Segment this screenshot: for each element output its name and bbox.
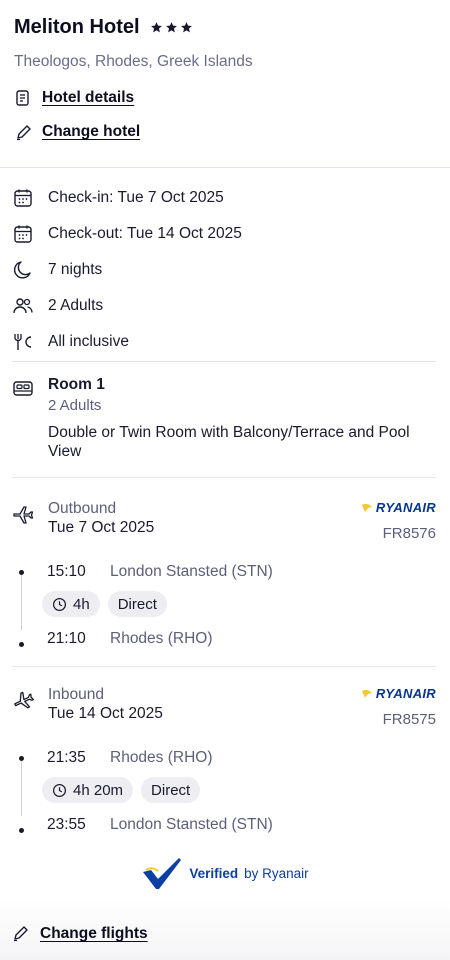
outbound-airline: RYANAIR FR8576 <box>361 500 436 542</box>
harp-icon <box>361 503 372 512</box>
guests-text: 2 Adults <box>48 297 104 314</box>
moon-icon <box>12 259 34 281</box>
inbound-date: Tue 14 Oct 2025 <box>48 705 163 722</box>
check-in-row: Check-in: Tue 7 Oct 2025 <box>12 180 436 216</box>
verified-check-icon <box>143 858 182 889</box>
arrival-time: 23:55 <box>47 816 86 833</box>
section-divider <box>12 477 436 478</box>
star-rating <box>150 21 193 34</box>
clock-icon <box>52 783 67 797</box>
inbound-timeline: 21:35 Rhodes (RHO) 4h 20m Direct 23:55 L… <box>12 746 436 837</box>
room-section: Room 1 2 Adults Double or Twin Room with… <box>12 376 436 461</box>
section-divider <box>12 361 436 362</box>
meal-icon <box>12 331 34 353</box>
outbound-flight: Outbound Tue 7 Oct 2025 RYANAIR FR8576 1… <box>12 500 436 651</box>
ryanair-logo: RYANAIR <box>361 500 436 515</box>
outbound-timeline: 15:10 London Stansted (STN) 4h Direct 21… <box>12 560 436 651</box>
document-icon <box>14 89 32 107</box>
guests-row: 2 Adults <box>12 288 436 324</box>
check-in-text: Check-in: Tue 7 Oct 2025 <box>48 189 224 206</box>
star-icon <box>165 22 177 33</box>
room-description: Double or Twin Room with Balcony/Terrace… <box>48 424 410 460</box>
stops-chip: Direct <box>141 777 201 803</box>
star-icon <box>180 22 192 33</box>
arrival-airport: Rhodes (RHO) <box>110 630 213 647</box>
outbound-flight-number: FR8576 <box>382 525 436 542</box>
duration-chip: 4h 20m <box>42 777 134 803</box>
room-info: Room 1 2 Adults Double or Twin Room with… <box>48 376 436 461</box>
pencil-icon <box>12 925 30 943</box>
inbound-flight-number: FR8575 <box>382 711 436 728</box>
departure-time: 15:10 <box>47 563 86 580</box>
inbound-flight: Inbound Tue 14 Oct 2025 RYANAIR FR8575 2… <box>12 686 436 837</box>
nights-row: 7 nights <box>12 252 436 288</box>
outbound-direction: Outbound <box>48 500 117 517</box>
timeline-dot <box>19 756 24 761</box>
board-row: All inclusive <box>12 324 436 360</box>
hotel-details-link[interactable]: Hotel details <box>42 89 134 107</box>
hotel-location: Theologos, Rhodes, Greek Islands <box>14 53 253 70</box>
timeline-dot <box>19 570 24 575</box>
outbound-header: Outbound Tue 7 Oct 2025 RYANAIR FR8576 <box>12 500 436 542</box>
inbound-arrival: 23:55 London Stansted (STN) <box>47 813 436 837</box>
room-title: Room 1 <box>48 376 105 393</box>
ryanair-logo: RYANAIR <box>361 686 436 701</box>
board-text: All inclusive <box>48 333 129 350</box>
change-hotel-row[interactable]: Change hotel <box>14 123 436 141</box>
departure-airport: Rhodes (RHO) <box>110 749 213 766</box>
hotel-name: Meliton Hotel <box>14 16 140 38</box>
inbound-header: Inbound Tue 14 Oct 2025 RYANAIR FR8575 <box>12 686 436 728</box>
check-out-text: Check-out: Tue 14 Oct 2025 <box>48 225 242 242</box>
calendar-icon <box>12 187 34 209</box>
outbound-chips: 4h Direct <box>42 591 436 617</box>
inbound-chips: 4h 20m Direct <box>42 777 436 803</box>
outbound-date: Tue 7 Oct 2025 <box>48 519 155 536</box>
departure-time: 21:35 <box>47 749 86 766</box>
pencil-icon <box>14 123 32 141</box>
hotel-title-row: Meliton Hotel <box>14 16 436 39</box>
outbound-title: Outbound Tue 7 Oct 2025 <box>12 500 154 542</box>
stops-chip: Direct <box>107 591 167 617</box>
calendar-icon <box>12 223 34 245</box>
timeline-line <box>21 570 22 630</box>
verified-label: Verified <box>189 865 239 881</box>
nights-text: 7 nights <box>48 261 103 278</box>
outbound-departure: 15:10 London Stansted (STN) <box>47 560 436 584</box>
check-out-row: Check-out: Tue 14 Oct 2025 <box>12 216 436 252</box>
hotel-details-row[interactable]: Hotel details <box>14 89 436 107</box>
departure-airport: London Stansted (STN) <box>110 563 273 580</box>
stay-facts-list: Check-in: Tue 7 Oct 2025 Check-out: Tue … <box>12 180 436 360</box>
plane-departure-icon <box>12 503 34 525</box>
plane-arrival-icon <box>12 689 34 711</box>
timeline-dot <box>19 828 24 833</box>
timeline-line <box>21 756 22 816</box>
arrival-time: 21:10 <box>47 630 86 647</box>
duration-chip: 4h <box>42 591 100 617</box>
bed-icon <box>12 379 34 401</box>
verified-by: by Ryanair <box>244 865 309 881</box>
hotel-header: Meliton Hotel Theologos, Rhodes, Greek I… <box>0 0 450 141</box>
timeline-dot <box>19 642 24 647</box>
change-hotel-link[interactable]: Change hotel <box>42 123 140 141</box>
section-divider <box>0 167 450 168</box>
room-adults: 2 Adults <box>48 397 102 414</box>
change-flights-row[interactable]: Change flights <box>12 925 148 943</box>
star-icon <box>150 22 162 33</box>
inbound-departure: 21:35 Rhodes (RHO) <box>47 746 436 770</box>
verified-badge: Verified by Ryanair <box>0 856 450 890</box>
inbound-title: Inbound Tue 14 Oct 2025 <box>12 686 163 728</box>
harp-icon <box>361 689 372 698</box>
arrival-airport: London Stansted (STN) <box>110 816 273 833</box>
section-divider <box>12 666 436 667</box>
inbound-airline: RYANAIR FR8575 <box>361 686 436 728</box>
change-flights-link[interactable]: Change flights <box>40 925 148 943</box>
clock-icon <box>52 597 67 611</box>
outbound-arrival: 21:10 Rhodes (RHO) <box>47 627 436 651</box>
people-icon <box>12 295 34 317</box>
inbound-direction: Inbound <box>48 686 105 703</box>
